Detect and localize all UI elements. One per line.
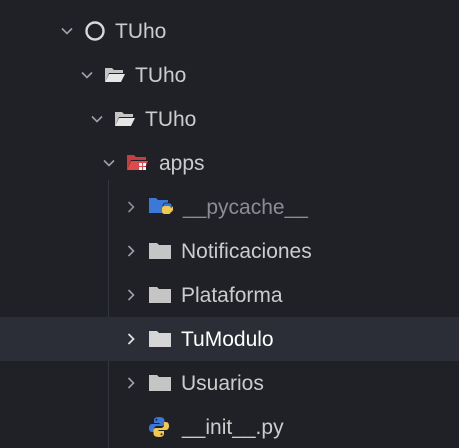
chevron-right-icon[interactable] [120, 196, 142, 218]
tree-item-tumodulo[interactable]: TuModulo [0, 317, 459, 361]
chevron-right-icon[interactable] [120, 372, 142, 394]
tree-item-label: __pycache__ [183, 195, 308, 219]
folder-icon [148, 242, 172, 260]
folder-apps-icon [126, 153, 150, 173]
tree-item-label: Usuarios [181, 371, 264, 395]
tree-item-tuho-level2[interactable]: TUho [0, 97, 459, 141]
file-explorer-tree: TUho TUho TUho apps __pycache__ Notifica… [0, 0, 459, 448]
python-file-icon [148, 416, 170, 438]
tree-item-notificaciones[interactable]: Notificaciones [0, 229, 459, 273]
tree-item-label: Plataforma [181, 283, 283, 307]
chevron-down-icon[interactable] [76, 64, 98, 86]
tree-item-usuarios[interactable]: Usuarios [0, 361, 459, 405]
tree-item-label: apps [159, 151, 205, 175]
tree-item-label: TUho [145, 107, 197, 131]
folder-python-icon [148, 197, 174, 217]
tree-item-tuho-level1[interactable]: TUho [0, 53, 459, 97]
chevron-right-icon[interactable] [120, 328, 142, 350]
tree-item-plataforma[interactable]: Plataforma [0, 273, 459, 317]
tree-item-label: TuModulo [181, 327, 274, 351]
tree-item-init-py[interactable]: __init__.py [0, 405, 459, 448]
chevron-right-icon[interactable] [120, 284, 142, 306]
folder-open-icon [104, 66, 126, 84]
chevron-down-icon[interactable] [98, 152, 120, 174]
tree-item-label: Notificaciones [181, 239, 312, 263]
tree-item-label: TUho [135, 63, 187, 87]
folder-icon [148, 374, 172, 392]
tree-item-tuho-root[interactable]: TUho [0, 9, 459, 53]
tree-item-pycache[interactable]: __pycache__ [0, 185, 459, 229]
tree-item-label: TUho [115, 19, 167, 43]
folder-icon [148, 330, 172, 348]
folder-icon [148, 286, 172, 304]
tree-item-label: __init__.py [182, 415, 284, 439]
chevron-right-icon[interactable] [120, 240, 142, 262]
tree-item-apps[interactable]: apps [0, 141, 459, 185]
folder-open-icon [114, 110, 136, 128]
chevron-down-icon[interactable] [86, 108, 108, 130]
circle-outline-icon [84, 20, 106, 42]
chevron-down-icon[interactable] [56, 20, 78, 42]
